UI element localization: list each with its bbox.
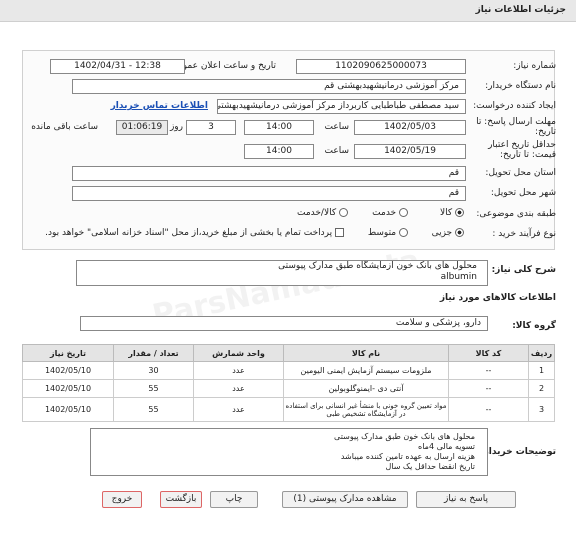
category-service-option[interactable]: خدمت	[372, 208, 408, 218]
treasury-checkbox[interactable]	[335, 228, 344, 237]
buyer-note-line: تاریخ انقضا حداقل یک سال	[385, 462, 475, 471]
buyer-value: مرکز آموزشی درمانیشهیدبهشتی قم	[72, 79, 466, 94]
attachments-button[interactable]: مشاهده مدارک پیوستی (1)	[282, 491, 408, 508]
category-both-option[interactable]: کالا/خدمت	[297, 208, 348, 218]
cell-name: مواد تعیین گروه خونی با منشأ غیر انسانی …	[283, 397, 449, 422]
page-header: جزئیات اطلاعات نیاز	[0, 0, 576, 22]
reply-button[interactable]: پاسخ به نیاز	[416, 491, 516, 508]
days-value: 3	[186, 120, 236, 135]
category-service-radio[interactable]	[399, 208, 408, 217]
city-label: شهر محل تحویل:	[490, 188, 556, 198]
table-row: 3 -- مواد تعیین گروه خونی با منشأ غیر ان…	[22, 397, 555, 422]
validity-time: 14:00	[244, 144, 314, 159]
cell-name: ملزومات سیستم آزمایش ایمنی الیومین	[283, 361, 449, 380]
cell-row: 2	[528, 379, 555, 398]
buyer-notes-label: توضیحات خریدار:	[480, 447, 556, 457]
cell-qty: 55	[113, 397, 194, 422]
cell-date: 1402/05/10	[22, 379, 114, 398]
cell-name: آنتی دی -ایمنوگلوبولین	[283, 379, 449, 398]
validity-date: 1402/05/19	[354, 144, 466, 159]
table-header-row: ردیف کد کالا نام کالا واحد شمارش تعداد /…	[22, 344, 555, 362]
category-goods-option[interactable]: کالا	[440, 208, 464, 218]
treasury-payment-option[interactable]: پرداخت تمام یا بخشی از مبلغ خرید،از محل …	[45, 228, 344, 238]
validity-label: حداقل تاریخ اعتبار قیمت: تا تاریخ:	[488, 140, 556, 160]
city-value: قم	[72, 186, 466, 201]
remaining-label: ساعت باقی مانده	[31, 122, 98, 132]
buyer-note-line: تسویه مالی 4ماه	[418, 442, 475, 451]
process-label: نوع فرآیند خرید :	[492, 229, 556, 239]
cell-code: --	[448, 379, 529, 398]
back-button[interactable]: بازگشت	[160, 491, 202, 508]
cell-unit: عدد	[193, 379, 284, 398]
contact-buyer-link[interactable]: اطلاعات تماس خریدار	[111, 101, 208, 111]
cell-qty: 55	[113, 379, 194, 398]
buyer-notes-box[interactable]: محلول های بانک خون طبق مدارک پیوستی تسوی…	[90, 428, 488, 476]
province-value: قم	[72, 166, 466, 181]
goods-section-title: اطلاعات کالاهای مورد نیاز	[439, 293, 556, 303]
table-row: 2 -- آنتی دی -ایمنوگلوبولین عدد 55 1402/…	[22, 379, 555, 398]
cell-date: 1402/05/10	[22, 397, 114, 422]
cell-code: --	[448, 397, 529, 422]
category-goods-radio[interactable]	[455, 208, 464, 217]
creator-label: ایجاد کننده درخواست:	[473, 101, 556, 111]
need-number-label: شماره نیاز:	[513, 61, 556, 71]
announce-value: 1402/04/31 - 12:38	[50, 59, 185, 74]
summary-line-1: محلول های بانک خون آزمایشگاه طبق مدارک پ…	[278, 261, 477, 271]
page-title: جزئیات اطلاعات نیاز	[475, 5, 566, 15]
remaining-time: 01:06:19	[116, 120, 168, 135]
col-name: نام کالا	[283, 344, 449, 362]
col-code: کد کالا	[448, 344, 529, 362]
col-row: ردیف	[528, 344, 555, 362]
summary-line-2: albumin	[440, 272, 477, 282]
buyer-label: نام دستگاه خریدار:	[485, 81, 556, 91]
province-label: استان محل تحویل:	[485, 168, 556, 178]
col-qty: تعداد / مقدار	[113, 344, 194, 362]
cell-unit: عدد	[193, 361, 284, 380]
buyer-note-line: هزینه ارسال به عهده تامین کننده میباشد	[340, 452, 475, 461]
process-medium-radio[interactable]	[399, 228, 408, 237]
cell-row: 1	[528, 361, 555, 380]
deadline-label: مهلت ارسال پاسخ: تا تاریخ:	[476, 117, 556, 137]
summary-box: محلول های بانک خون آزمایشگاه طبق مدارک پ…	[76, 260, 488, 286]
summary-label: شرح کلی نیاز:	[491, 265, 556, 275]
goods-table: ردیف کد کالا نام کالا واحد شمارش تعداد /…	[22, 344, 555, 422]
col-unit: واحد شمارش	[193, 344, 284, 362]
cell-code: --	[448, 361, 529, 380]
buyer-note-line: محلول های بانک خون طبق مدارک پیوستی	[334, 432, 475, 441]
print-button[interactable]: چاپ	[210, 491, 258, 508]
col-date: تاریخ نیاز	[22, 344, 114, 362]
category-label: طبقه بندی موضوعی:	[476, 209, 556, 219]
exit-button[interactable]: خروج	[102, 491, 142, 508]
deadline-time-label: ساعت	[324, 122, 350, 132]
goods-group-label: گروه کالا:	[512, 321, 556, 331]
deadline-time: 14:00	[244, 120, 314, 135]
creator-value: سید مصطفی طباطبایی کاربرداز مرکز آموزشی …	[217, 99, 466, 114]
goods-group-value: دارو، پزشکی و سلامت	[80, 316, 488, 331]
process-partial-option[interactable]: جزیی	[432, 228, 464, 238]
cell-qty: 30	[113, 361, 194, 380]
table-row: 1 -- ملزومات سیستم آزمایش ایمنی الیومین …	[22, 361, 555, 380]
cell-date: 1402/05/10	[22, 361, 114, 380]
cell-unit: عدد	[193, 397, 284, 422]
validity-time-label: ساعت	[324, 146, 350, 156]
need-number-value: 1102090625000073	[296, 59, 466, 74]
cell-row: 3	[528, 397, 555, 422]
deadline-date: 1402/05/03	[354, 120, 466, 135]
process-partial-radio[interactable]	[455, 228, 464, 237]
category-both-radio[interactable]	[339, 208, 348, 217]
process-medium-option[interactable]: متوسط	[368, 228, 408, 238]
